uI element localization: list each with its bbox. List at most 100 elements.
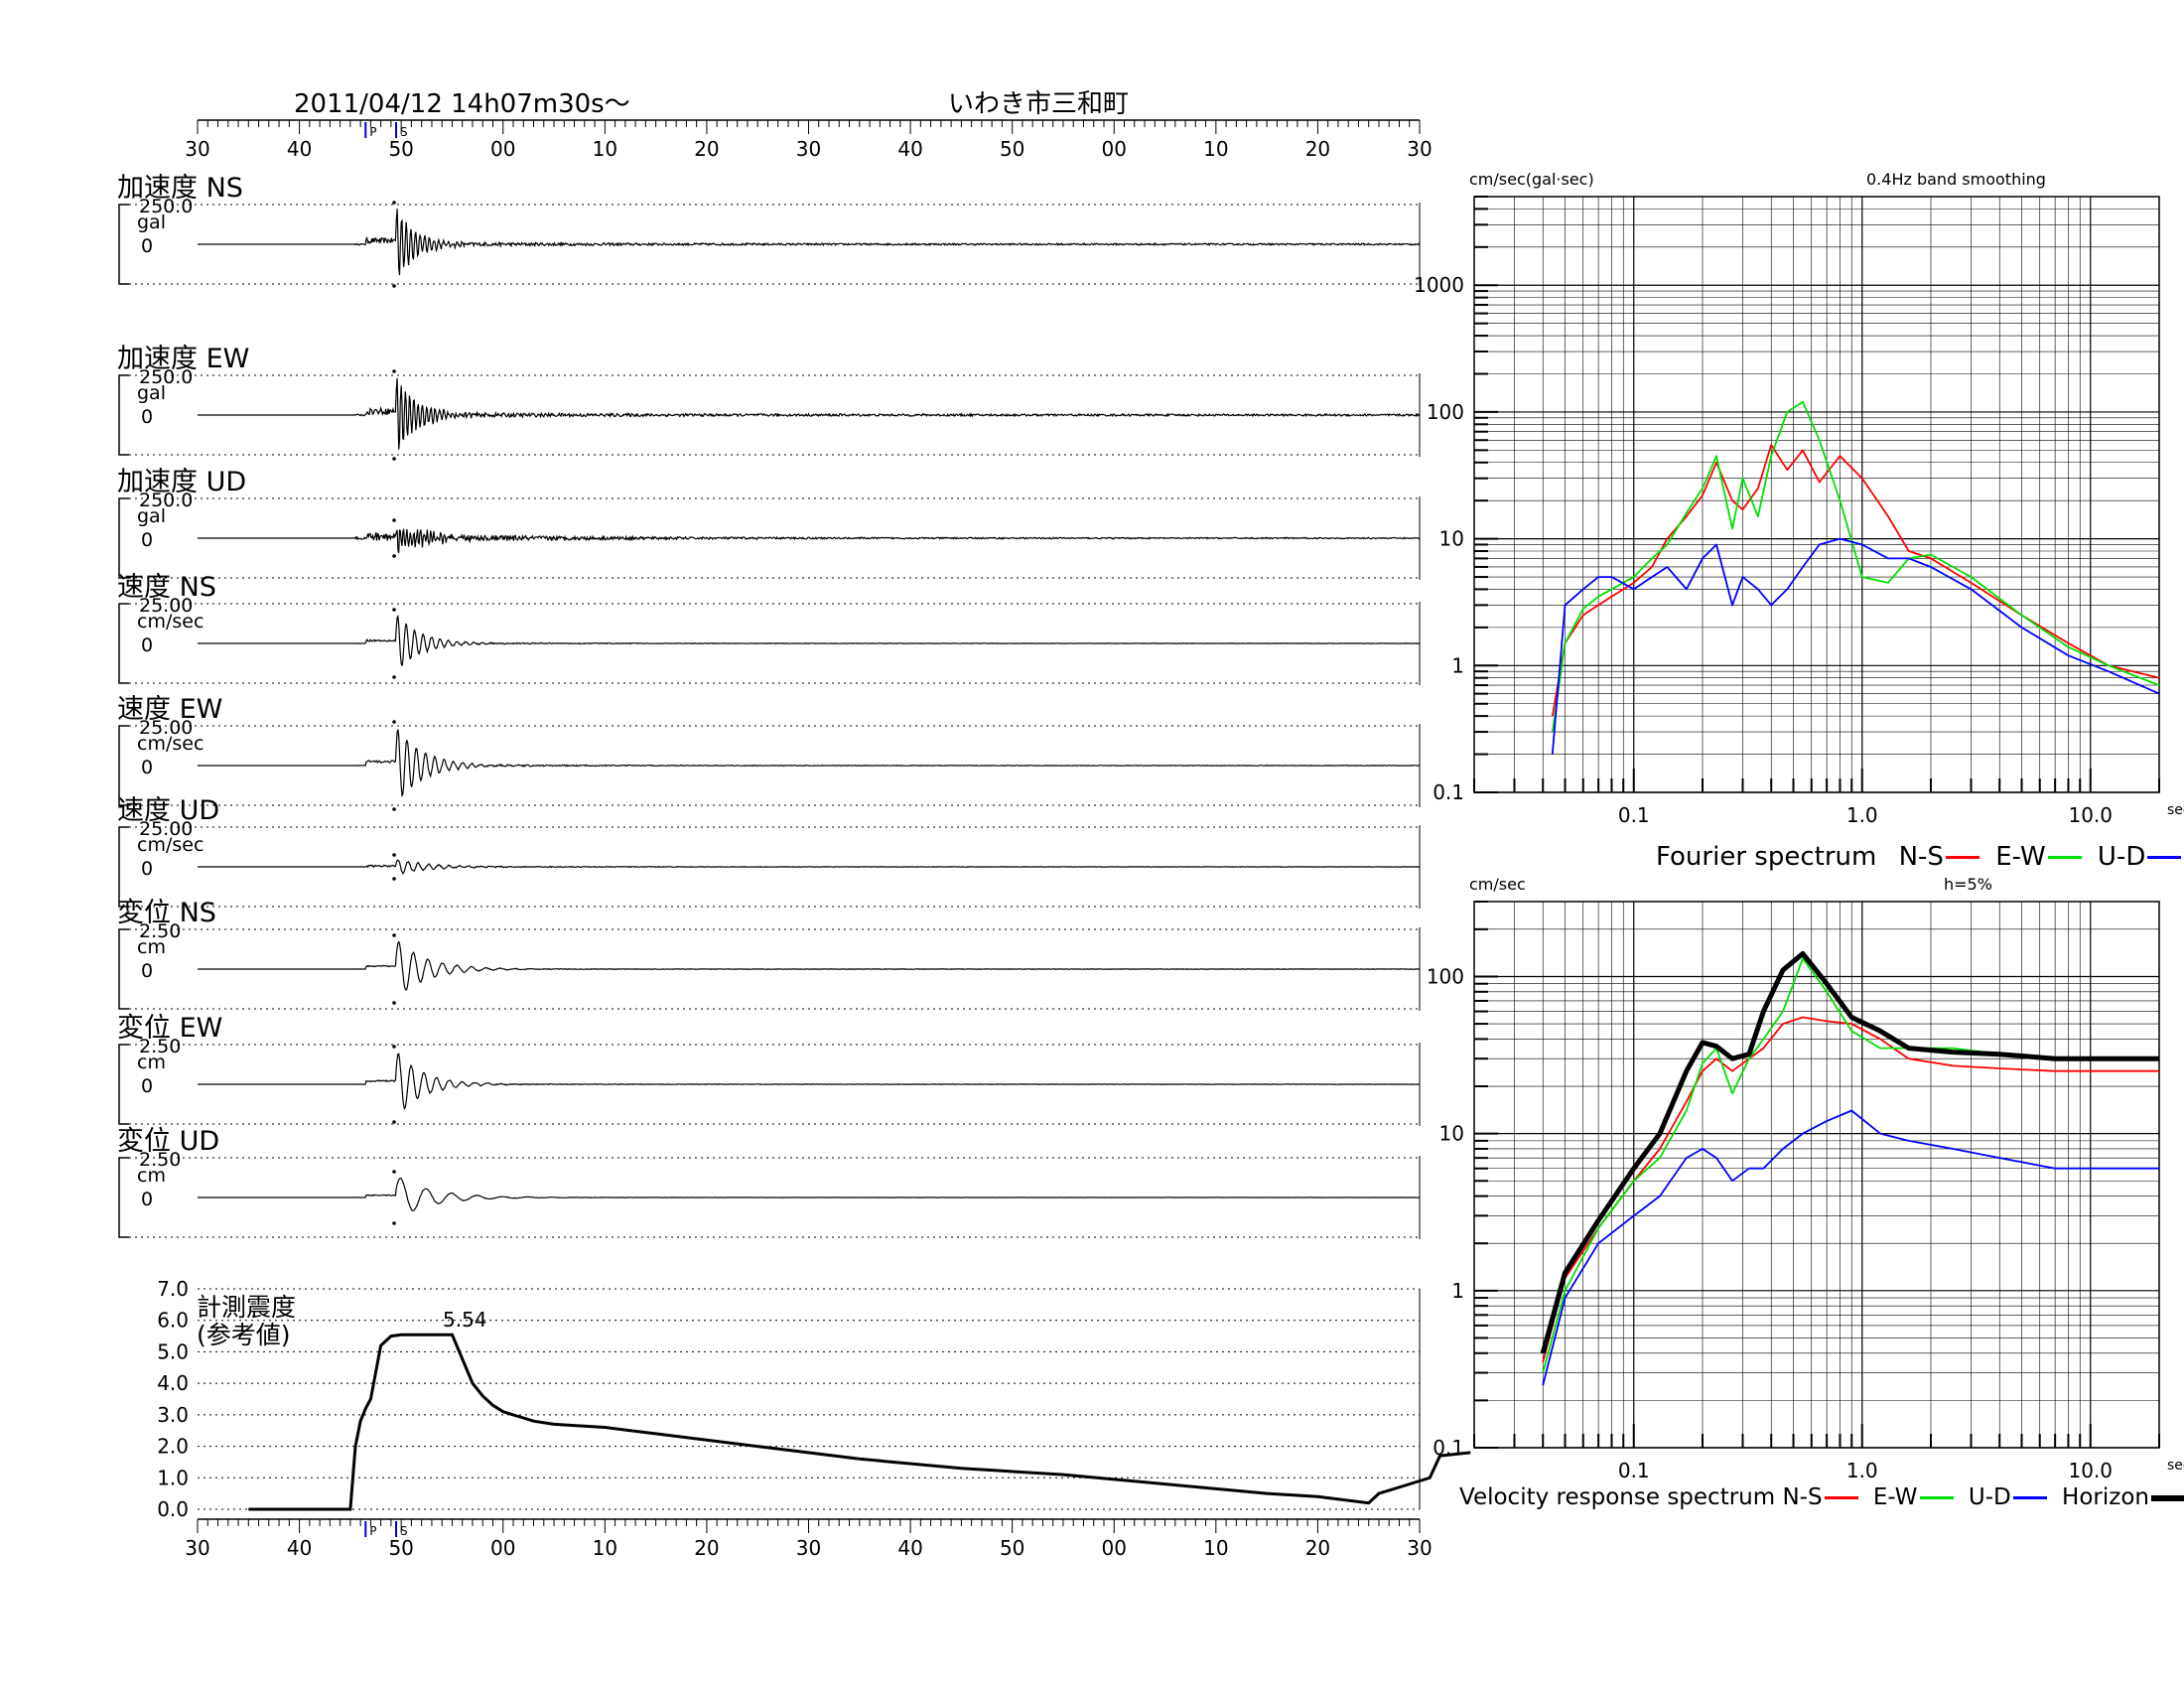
trace-scale-bracket <box>118 1157 129 1238</box>
rlegend-ew-swatch <box>1919 1496 1954 1499</box>
intensity-tick-label: 7.0 <box>157 1277 189 1301</box>
intensity-title: 計測震度 <box>197 1293 296 1322</box>
s-arrival-label: S <box>400 125 408 139</box>
y-tick-label: 1 <box>1451 653 1464 677</box>
trace-unit: cm <box>137 1052 166 1073</box>
intensity-chart: 7.0 6.0 5.0 4.0 3.0 2.0 1.0 0.0 計測震度(参考値) 5.54 <box>157 1277 1471 1521</box>
y-tick-label: 0.1 <box>1433 1436 1464 1460</box>
rlegend-ud-swatch <box>2012 1496 2047 1499</box>
trace-2: 加速度 UD250.0gal0 <box>117 467 1421 580</box>
p-arrival-label: P <box>369 1524 376 1538</box>
velocity-response-chart: 100 10 1 0.1 0.1 1.0 10.0 sec cm/sec h=5% <box>1427 875 2184 1482</box>
chart-note: h=5% <box>1944 875 1992 894</box>
waveform-line <box>198 615 1420 666</box>
trace-unit: gal <box>137 382 166 404</box>
waveform-line <box>198 209 1421 276</box>
waveform-line <box>198 1177 1421 1211</box>
trace-scale-bracket <box>118 1044 129 1125</box>
bottom-time-tick-label: 00 <box>1102 1536 1127 1560</box>
response-legend: Velocity response spectrum N-S E-W U-D H… <box>1459 1484 2184 1510</box>
plot-frame <box>1473 196 2160 793</box>
top-time-tick-label: 30 <box>185 137 209 161</box>
top-time-tick-label: 50 <box>1000 137 1024 161</box>
peak-dot <box>392 675 396 679</box>
peak-dot <box>392 1120 396 1124</box>
bottom-time-tick-label: 50 <box>1000 1536 1024 1560</box>
rlegend-horizon-swatch <box>2150 1494 2184 1501</box>
peak-dot <box>392 457 396 461</box>
peak-dot <box>392 807 396 811</box>
series-horizon-line <box>1540 950 2159 1354</box>
top-time-tick-label: 00 <box>1102 137 1127 161</box>
intensity-tick-label: 6.0 <box>157 1309 189 1333</box>
waveform-line <box>198 940 1420 991</box>
trace-scale-bracket <box>118 928 129 1010</box>
record-datetime: 2011/04/12 14h07m30s〜 <box>294 89 630 119</box>
rlegend-ud-label: U-D <box>1968 1484 2011 1510</box>
rlegend-horizon-label: Horizon <box>2062 1484 2149 1510</box>
peak-dot <box>392 608 396 612</box>
x-tick-label: 10.0 <box>2068 803 2113 827</box>
intensity-peak-label: 5.54 <box>443 1308 487 1332</box>
intensity-tick-label: 0.0 <box>157 1497 189 1521</box>
top-time-tick-label: 40 <box>897 137 922 161</box>
trace-5: 速度 UD25.00cm/sec0 <box>117 795 1421 909</box>
trace-4: 速度 EW25.00cm/sec0 <box>117 694 1421 811</box>
top-time-tick-label: 10 <box>1203 137 1228 161</box>
top-time-tick-label: 00 <box>490 137 515 161</box>
trace-scale-bracket <box>118 603 129 684</box>
trace-zero-label: 0 <box>141 960 153 982</box>
x-tick-label: 0.1 <box>1618 803 1650 827</box>
waveform-panel: 30 40 50 00 10 20 30 40 50 00 10 20 30P S30 40 50 00 10 20… <box>117 119 1471 1560</box>
peak-dot <box>392 877 396 881</box>
top-time-tick-label: 30 <box>796 137 821 161</box>
trace-zero-label: 0 <box>141 406 153 428</box>
trace-scale-bracket <box>118 374 129 456</box>
trace-zero-label: 0 <box>141 858 153 880</box>
peak-dot <box>392 933 396 937</box>
trace-unit: gal <box>137 211 166 233</box>
bottom-time-tick-label: 30 <box>1407 1536 1432 1560</box>
peak-dot <box>392 1221 396 1225</box>
bottom-time-tick-label: 20 <box>1305 1536 1330 1560</box>
trace-7: 変位 EW2.50cm0 <box>117 1013 1421 1126</box>
p-arrival-label: P <box>369 125 376 139</box>
trace-unit: cm/sec <box>137 733 204 755</box>
trace-unit: cm/sec <box>137 834 204 856</box>
intensity-tick-label: 5.0 <box>157 1339 189 1363</box>
trace-unit: cm <box>137 1165 166 1187</box>
trace-zero-label: 0 <box>141 529 153 551</box>
trace-zero-label: 0 <box>141 634 153 656</box>
y-tick-label: 100 <box>1427 400 1464 424</box>
bottom-time-tick-label: 00 <box>490 1536 515 1560</box>
waveform-line <box>198 528 1421 553</box>
intensity-line <box>248 1333 1471 1511</box>
series-ud-line <box>1542 1109 2159 1386</box>
legend-ns-label: N-S <box>1898 842 1944 872</box>
rlegend-ns-label: N-S <box>1782 1484 1823 1510</box>
bottom-time-tick-label: 50 <box>388 1536 413 1560</box>
bottom-time-tick-label: 30 <box>185 1536 209 1560</box>
fourier-legend: Fourier spectrum N-S E-W U-D <box>1656 842 2184 872</box>
legend-ud-label: U-D <box>2097 842 2146 872</box>
waveform-line <box>198 377 1421 450</box>
intensity-tick-label: 4.0 <box>157 1371 189 1395</box>
intensity-tick-label: 2.0 <box>157 1435 189 1459</box>
bottom-time-tick-label: 40 <box>287 1536 312 1560</box>
top-time-tick-label: 50 <box>388 137 413 161</box>
trace-0: 加速度 NS250.0gal0 <box>117 173 1421 288</box>
peak-dot <box>392 554 396 558</box>
trace-6: 変位 NS2.50cm0 <box>117 898 1421 1011</box>
y-tick-label: 10 <box>1439 1122 1464 1146</box>
rlegend-ns-swatch <box>1824 1496 1858 1499</box>
y-tick-label: 0.1 <box>1433 780 1464 804</box>
trace-scale-bracket <box>118 204 129 285</box>
bottom-time-tick-label: 10 <box>1203 1536 1228 1560</box>
x-tick-label: 10.0 <box>2068 1459 2113 1482</box>
trace-scale-bracket <box>118 725 129 806</box>
peak-dot <box>392 1001 396 1005</box>
waveform-line <box>198 1053 1420 1110</box>
intensity-subtitle: (参考値) <box>197 1321 291 1349</box>
rlegend-ew-label: E-W <box>1872 1484 1918 1510</box>
top-time-tick-label: 40 <box>287 137 312 161</box>
